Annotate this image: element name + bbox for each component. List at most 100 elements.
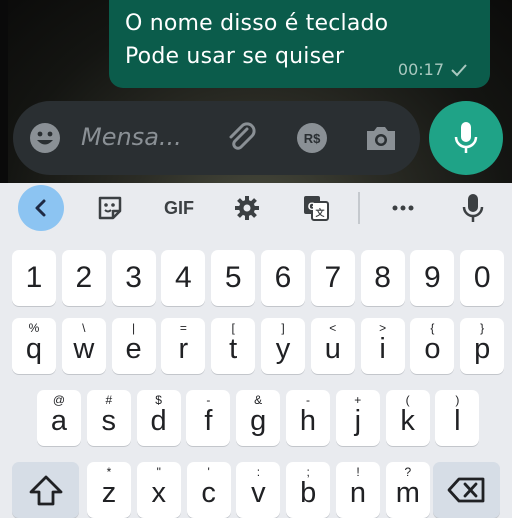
key-z[interactable]: * z: [87, 462, 131, 518]
message-bubble[interactable]: O nome disso é teclado Pode usar se quis…: [109, 0, 490, 88]
microphone-icon: [462, 194, 484, 222]
key-label: x: [151, 476, 167, 509]
voice-typing-button[interactable]: [455, 187, 491, 229]
key-w[interactable]: \ w: [61, 318, 106, 374]
message-time: 00:17: [397, 60, 444, 79]
key-label: b: [300, 476, 317, 509]
key-label: 3: [125, 261, 142, 294]
key-6[interactable]: 6: [261, 250, 305, 306]
key-v[interactable]: :v: [236, 462, 281, 518]
key-label: v: [251, 476, 266, 509]
backspace-key[interactable]: [433, 462, 500, 518]
key-5[interactable]: 5: [211, 250, 256, 306]
chat-edge: [0, 0, 8, 183]
svg-text:R$: R$: [304, 131, 321, 146]
key-b[interactable]: ; b: [286, 462, 331, 518]
shift-key[interactable]: [12, 462, 79, 518]
settings-button[interactable]: [229, 187, 265, 229]
microphone-icon: [454, 122, 478, 153]
key-u[interactable]: < u: [310, 318, 355, 374]
key-label: 1: [25, 261, 43, 294]
key-t[interactable]: [t: [211, 318, 256, 374]
record-voice-button[interactable]: [429, 101, 503, 175]
key-m[interactable]: ? m: [385, 462, 430, 518]
message-composer[interactable]: Mensa... R$: [13, 101, 420, 175]
chevron-left-icon: [35, 199, 46, 217]
key-q[interactable]: % q: [12, 318, 56, 374]
key-label: f: [204, 404, 213, 437]
message-text-line-2: Pode usar se quiser: [125, 44, 345, 69]
key-label: 5: [224, 261, 242, 294]
svg-text:文: 文: [314, 207, 325, 218]
key-4[interactable]: 4: [161, 250, 206, 306]
check-icon: [451, 63, 467, 76]
key-7[interactable]: 7: [310, 250, 355, 306]
key-3[interactable]: 3: [111, 250, 156, 306]
sticker-button[interactable]: [92, 187, 128, 229]
key-f[interactable]: -f: [186, 390, 231, 446]
key-label: 8: [374, 261, 391, 294]
key-label: e: [125, 332, 142, 365]
key-label: q: [25, 332, 43, 365]
key-r[interactable]: = r: [161, 318, 206, 374]
key-label: r: [178, 332, 189, 365]
key-label: z: [101, 476, 117, 509]
key-j[interactable]: + j: [335, 390, 380, 446]
key-c[interactable]: ' c: [186, 462, 231, 518]
key-9[interactable]: 9: [410, 250, 455, 306]
key-label: m: [395, 476, 420, 509]
key-label: p: [474, 332, 491, 365]
key-2[interactable]: 2: [61, 250, 106, 306]
key-8[interactable]: 8: [360, 250, 405, 306]
key-i[interactable]: > i: [360, 318, 405, 374]
key-label: y: [275, 332, 291, 365]
key-1[interactable]: 1: [12, 250, 56, 306]
emoji-icon[interactable]: [27, 120, 63, 156]
key-label: c: [201, 476, 216, 509]
key-label: h: [299, 404, 317, 437]
key-label: a: [50, 404, 68, 437]
key-label: g: [250, 404, 267, 437]
key-y[interactable]: ] y: [261, 318, 305, 374]
key-x[interactable]: " x: [136, 462, 181, 518]
key-n[interactable]: ! n: [336, 462, 380, 518]
gif-button[interactable]: GIF: [158, 187, 200, 229]
message-input[interactable]: Mensa...: [81, 123, 182, 151]
key-label: k: [400, 404, 415, 437]
payment-icon[interactable]: R$: [294, 120, 330, 156]
key-l[interactable]: ) l: [435, 390, 480, 446]
more-button[interactable]: [385, 187, 421, 229]
key-h[interactable]: -h: [286, 390, 330, 446]
key-k[interactable]: (k: [385, 390, 430, 446]
key-p[interactable]: } p: [460, 318, 505, 374]
shift-icon: [12, 462, 79, 518]
keyboard-toolbar: GIF G 文: [0, 183, 512, 233]
collapse-toolbar-button[interactable]: [18, 185, 64, 231]
key-label: n: [349, 476, 367, 509]
key-a[interactable]: @ a: [37, 390, 81, 446]
key-s[interactable]: # s: [86, 390, 131, 446]
translate-button[interactable]: G 文: [298, 187, 334, 229]
key-0[interactable]: 0: [460, 250, 505, 306]
key-label: u: [324, 332, 341, 365]
attach-icon[interactable]: [224, 120, 260, 156]
translate-icon: G 文: [304, 196, 329, 221]
key-label: 2: [75, 261, 93, 294]
camera-icon[interactable]: [363, 120, 399, 156]
key-label: d: [150, 404, 167, 437]
key-label: 7: [324, 261, 342, 294]
message-meta: 00:17: [398, 60, 468, 79]
key-e[interactable]: | e: [111, 318, 156, 374]
key-label: t: [229, 332, 238, 365]
key-label: o: [424, 332, 441, 365]
key-label: i: [379, 332, 386, 365]
backspace-icon: [433, 462, 500, 518]
gear-icon: [235, 196, 259, 220]
key-o[interactable]: {o: [410, 318, 455, 374]
key-label: l: [454, 404, 461, 437]
sticker-icon: [98, 196, 122, 220]
key-g[interactable]: & g: [236, 390, 281, 446]
key-label: s: [101, 404, 117, 437]
key-d[interactable]: $ d: [136, 390, 181, 446]
key-label: 6: [274, 261, 292, 294]
